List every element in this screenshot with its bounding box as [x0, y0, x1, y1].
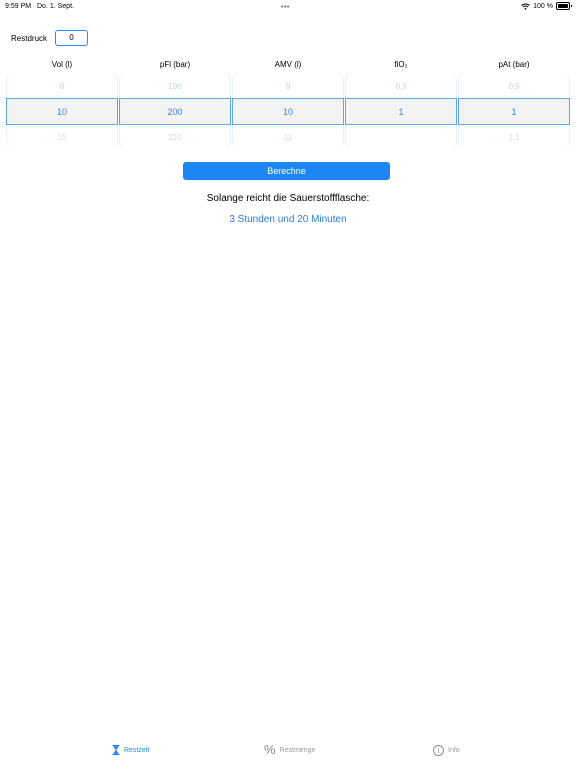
picker-selected-value[interactable]: 1	[345, 98, 457, 125]
picker-pat[interactable]: 0,9 1 1,1	[458, 72, 570, 150]
header-vol: Vol (l)	[51, 60, 73, 69]
restdruck-label: Restdruck	[11, 34, 48, 43]
multitasking-dots[interactable]: •••	[281, 4, 290, 11]
status-date: Do. 1. Sept.	[37, 3, 74, 10]
picker-vol[interactable]: 8 10 15	[6, 72, 118, 150]
picker-value-above[interactable]: 0,9	[345, 82, 457, 91]
tab-info[interactable]: i Info	[433, 745, 460, 756]
picker-selected-value[interactable]: 10	[232, 98, 344, 125]
hourglass-icon	[112, 745, 120, 755]
header-pfl: pFl (bar)	[159, 60, 191, 69]
picker-value-below[interactable]: 1,1	[458, 133, 570, 143]
tab-restmenge-label: Restmenge	[279, 746, 316, 754]
restdruck-input[interactable]: 0	[55, 30, 88, 46]
wifi-icon	[521, 3, 530, 10]
picker-value-below[interactable]: 210	[119, 133, 231, 143]
picker-selected-value[interactable]: 1	[458, 98, 570, 125]
tab-restzeit-label: Restzeit	[124, 746, 150, 754]
status-bar: 9:59 PM Do. 1. Sept. ••• 100 %	[0, 0, 576, 14]
percent-icon: %	[264, 742, 276, 757]
header-pat: pAt (bar)	[498, 60, 530, 69]
picker-selected-value[interactable]: 10	[6, 98, 118, 125]
picker-value-above[interactable]: 190	[119, 82, 231, 91]
info-icon: i	[433, 745, 444, 756]
battery-percent: 100 %	[533, 2, 553, 10]
picker-selected-value[interactable]: 200	[119, 98, 231, 125]
battery-icon	[556, 2, 572, 10]
picker-pfl[interactable]: 190 200 210	[119, 72, 231, 150]
picker-value-above[interactable]: 9	[232, 82, 344, 91]
result-label: Solange reicht die Sauerstoffflasche:	[206, 193, 370, 204]
picker-value-above[interactable]: 0,9	[458, 82, 570, 91]
picker-amv[interactable]: 9 10 11	[232, 72, 344, 150]
header-fio2: fiO₂	[394, 60, 408, 69]
picker-value-below[interactable]: 11	[232, 133, 344, 143]
picker-value-below[interactable]: 15	[6, 133, 118, 143]
calculate-button[interactable]: Berechne	[183, 162, 390, 180]
picker-value-above[interactable]: 8	[6, 82, 118, 91]
tab-info-label: Info	[448, 747, 460, 754]
header-amv: AMV (l)	[274, 60, 302, 69]
status-right: 100 %	[521, 2, 572, 10]
tab-restzeit[interactable]: Restzeit	[112, 745, 149, 755]
tab-restmenge[interactable]: % Restmenge	[264, 742, 316, 757]
result-value: 3 Stunden und 20 Minuten	[229, 214, 347, 225]
status-time: 9:59 PM	[5, 3, 32, 10]
picker-fio2[interactable]: 0,9 1	[345, 72, 457, 150]
picker-value-below[interactable]	[345, 133, 457, 143]
